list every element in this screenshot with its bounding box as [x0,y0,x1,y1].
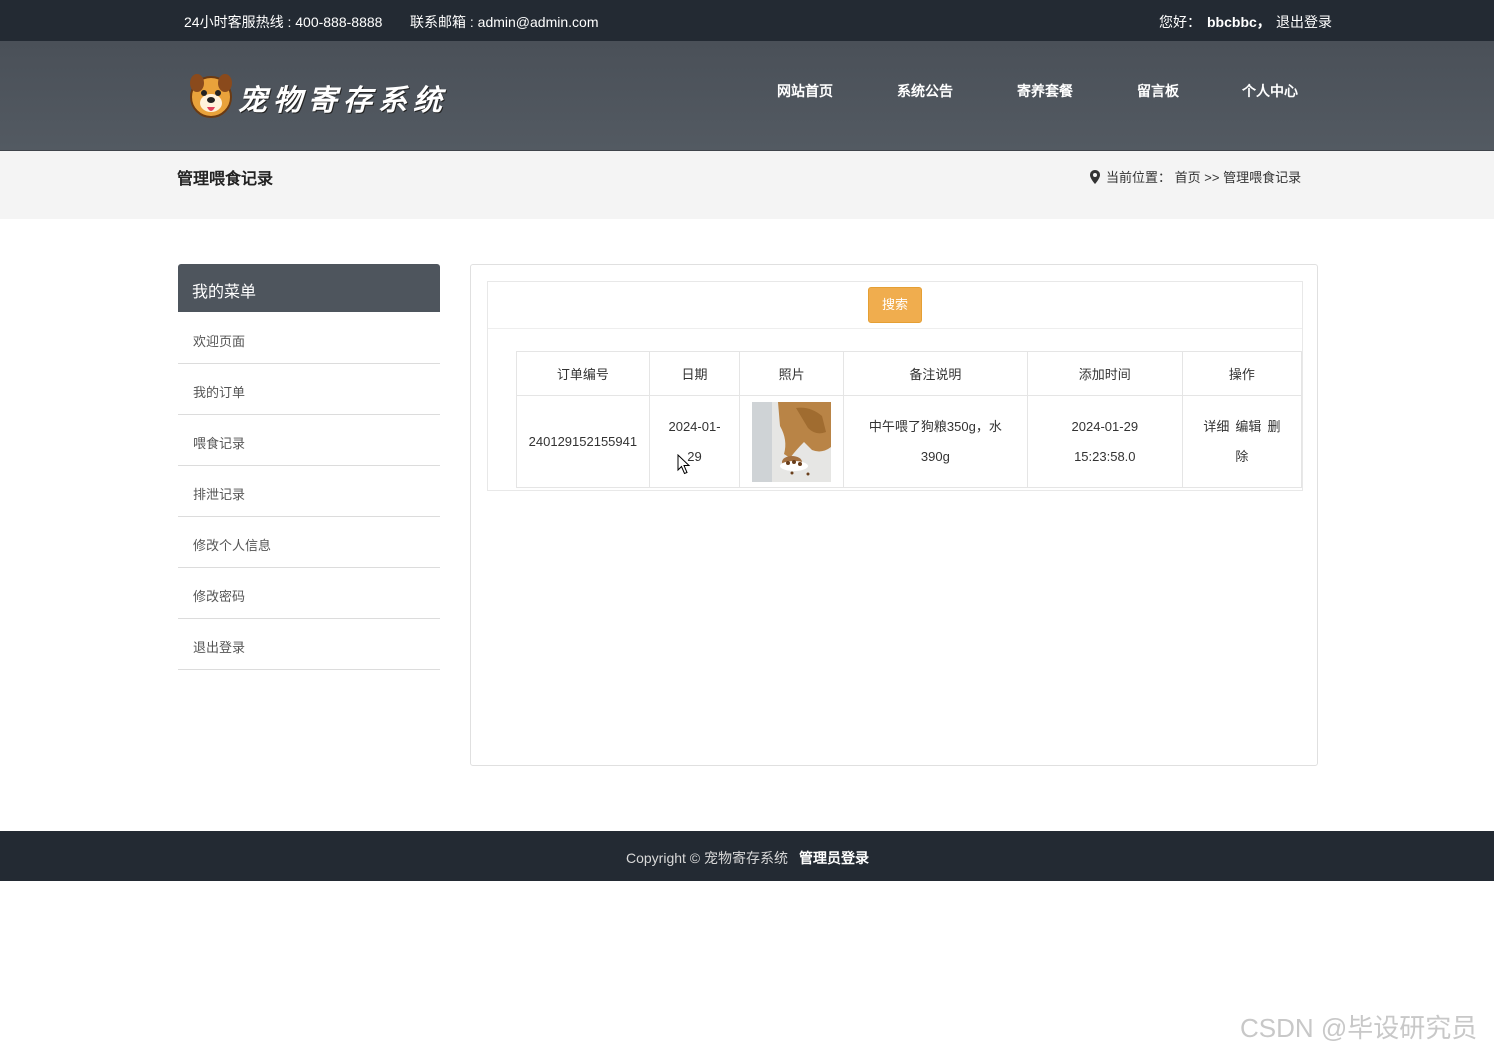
watermark: CSDN @毕设研究员 [1240,1013,1478,1043]
sidebar-item-change-password[interactable]: 修改密码 [178,568,440,619]
breadcrumb-current: 管理喂食记录 [1223,170,1302,185]
breadcrumb: 当前位置： 首页 >> 管理喂食记录 [1090,167,1301,186]
service-hotline: 24小时客服热线 : 400-888-8888 [184,14,383,30]
content-panel: 搜索 订单编号 日期 照片 备注说明 添加时间 操作 2401291521559… [470,264,1318,766]
sidebar-title: 我的菜单 [178,264,440,312]
added-time-line: 2024-01-29 [1071,418,1139,434]
logout-link[interactable]: 退出登录 [1276,12,1332,32]
note-cell: 中午喂了狗粮350g，水 390g [843,395,1028,488]
feeding-records-table: 订单编号 日期 照片 备注说明 添加时间 操作 240129152155941 … [516,351,1303,488]
page-title: 管理喂食记录 [177,171,274,188]
sidebar-item-logout[interactable]: 退出登录 [178,619,440,670]
sidebar-item-edit-profile[interactable]: 修改个人信息 [178,517,440,568]
site-header: 宠物寄存系统 网站首页 系统公告 寄养套餐 留言板 个人中心 [0,41,1494,151]
nav-personal-center[interactable]: 个人中心 [1242,81,1298,101]
site-logo[interactable]: 宠物寄存系统 [186,69,456,125]
breadcrumb-home[interactable]: 首页 [1175,170,1201,185]
admin-login-link[interactable]: 管理员登录 [799,848,869,868]
order-number-cell: 240129152155941 [516,395,650,488]
table-header-row: 订单编号 日期 照片 备注说明 添加时间 操作 [516,351,1303,396]
nav-home[interactable]: 网站首页 [777,81,833,101]
date-line: 2024-01- [668,418,721,434]
site-footer: Copyright © 宠物寄存系统 管理员登录 [0,831,1494,881]
logo-text: 宠物寄存系统 [238,83,449,117]
delete-link-wrap[interactable]: 除 [1235,449,1248,464]
photo-cell [739,395,845,488]
detail-link[interactable]: 详细 [1203,419,1229,434]
copyright-text: Copyright © 宠物寄存系统 [626,850,789,866]
column-header: 备注说明 [843,351,1028,396]
breadcrumb-separator: >> [1204,170,1220,185]
sidebar-item-welcome[interactable]: 欢迎页面 [178,313,440,364]
added-time-cell: 2024-01-29 15:23:58.0 [1026,395,1183,488]
nav-announcements[interactable]: 系统公告 [897,81,953,101]
username: bbcbbc， [1207,14,1271,30]
nav-message-board[interactable]: 留言板 [1137,81,1179,101]
search-button[interactable]: 搜索 [868,287,922,323]
user-greeting: 您好： bbcbbc， [1159,12,1271,32]
note-line: 中午喂了狗粮350g，水 [868,418,1002,434]
added-time-line: 15:23:58.0 [1074,448,1136,464]
actions-cell: 详细 编辑删除 [1181,395,1303,488]
dog-eating-photo[interactable] [752,401,832,482]
mouse-cursor-icon [677,454,691,475]
table-row: 240129152155941 2024-01- 29 中午喂了狗粮350g，水… [516,395,1303,488]
date-cell: 2024-01- 29 [648,395,741,488]
top-bar: 24小时客服热线 : 400-888-8888 联系邮箱 : admin@adm… [0,0,1494,41]
breadcrumb-label: 当前位置： [1106,170,1172,185]
column-header: 日期 [648,351,741,396]
column-header: 添加时间 [1026,351,1183,396]
greeting-label: 您好： [1159,14,1201,30]
sidebar-item-excretion-records[interactable]: 排泄记录 [178,466,440,517]
delete-link[interactable]: 删 [1267,419,1280,434]
divider [488,328,1302,329]
dog-mascot-icon [190,74,232,118]
column-header: 订单编号 [516,351,650,396]
note-line: 390g [920,448,950,464]
location-pin-icon [1090,170,1100,184]
records-box: 搜索 订单编号 日期 照片 备注说明 添加时间 操作 2401291521559… [487,281,1303,491]
nav-boarding-packages[interactable]: 寄养套餐 [1017,81,1073,101]
page-heading-band: 管理喂食记录 当前位置： 首页 >> 管理喂食记录 [0,151,1494,219]
column-header: 照片 [739,351,845,396]
sidebar-item-my-orders[interactable]: 我的订单 [178,364,440,415]
column-header: 操作 [1181,351,1303,396]
edit-link[interactable]: 编辑 [1235,419,1261,434]
sidebar-item-feeding-records[interactable]: 喂食记录 [178,415,440,466]
contact-email: 联系邮箱 : admin@admin.com [410,14,599,30]
